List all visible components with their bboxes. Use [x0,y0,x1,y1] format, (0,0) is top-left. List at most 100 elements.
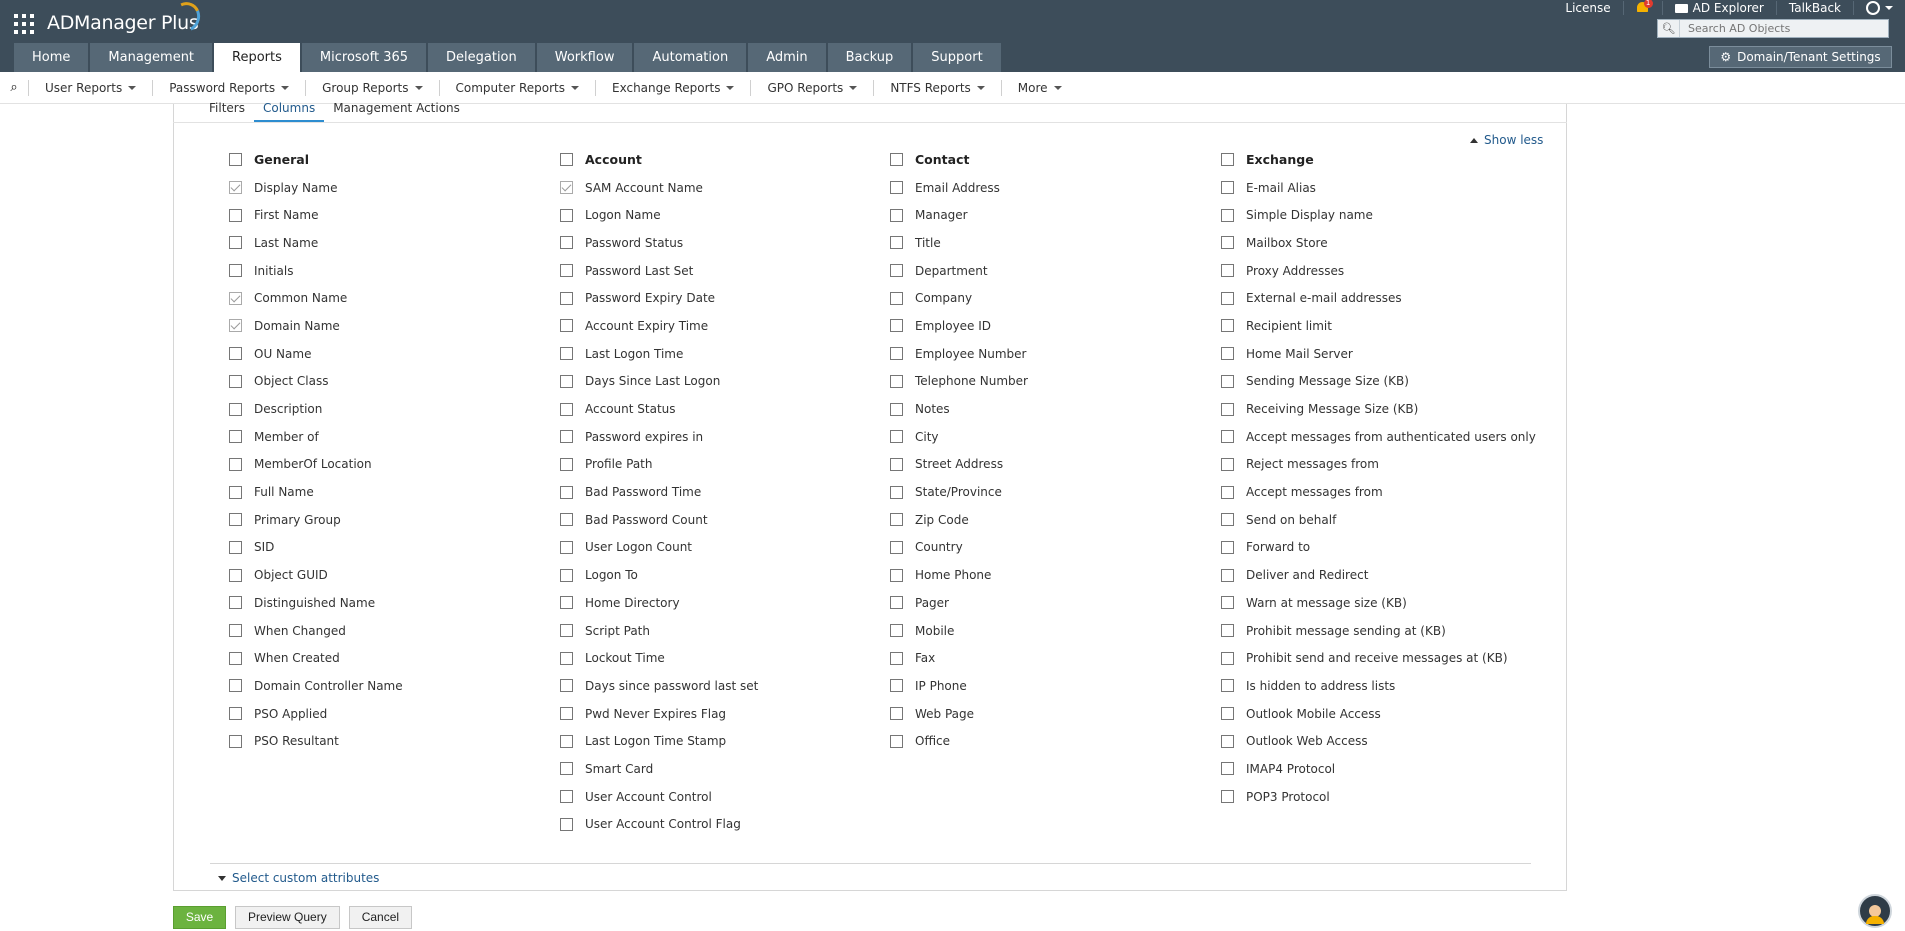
subnav-ntfs-reports[interactable]: NTFS Reports [873,79,1000,96]
column-checkbox[interactable] [229,734,242,748]
column-checkbox[interactable] [890,596,903,610]
column-checkbox[interactable] [1221,402,1234,416]
column-checkbox[interactable] [229,291,242,305]
talkback-link[interactable]: TalkBack [1775,1,1853,15]
column-checkbox[interactable] [1221,457,1234,471]
column-checkbox[interactable] [890,347,903,361]
column-checkbox[interactable] [229,264,242,278]
select-all-checkbox[interactable] [229,153,242,167]
column-checkbox[interactable] [890,651,903,665]
subnav-password-reports[interactable]: Password Reports [152,79,305,96]
column-checkbox[interactable] [560,374,573,388]
column-checkbox[interactable] [560,208,573,222]
column-checkbox[interactable] [890,291,903,305]
column-checkbox[interactable] [560,485,573,499]
column-checkbox[interactable] [560,513,573,527]
column-checkbox[interactable] [1221,430,1234,444]
column-checkbox[interactable] [229,596,242,610]
column-checkbox[interactable] [560,347,573,361]
column-checkbox[interactable] [229,402,242,416]
search-icon[interactable]: 🔍︎ [1658,20,1680,37]
column-checkbox[interactable] [890,430,903,444]
tab-workflow[interactable]: Workflow [536,43,633,72]
column-checkbox[interactable] [229,347,242,361]
column-checkbox[interactable] [560,264,573,278]
column-checkbox[interactable] [229,651,242,665]
license-link[interactable]: License [1553,1,1622,15]
column-checkbox[interactable] [890,402,903,416]
select-custom-attributes-link[interactable]: Select custom attributes [218,871,379,885]
column-checkbox[interactable] [229,568,242,582]
column-checkbox[interactable] [229,430,242,444]
subnav-gpo-reports[interactable]: GPO Reports [750,79,873,96]
column-checkbox[interactable] [1221,596,1234,610]
column-checkbox[interactable] [229,485,242,499]
column-checkbox[interactable] [229,181,242,195]
column-checkbox[interactable] [1221,651,1234,665]
column-checkbox[interactable] [560,624,573,638]
column-checkbox[interactable] [560,762,573,776]
column-checkbox[interactable] [560,596,573,610]
column-checkbox[interactable] [229,679,242,693]
subnav-user-reports[interactable]: User Reports [28,79,152,96]
column-checkbox[interactable] [890,513,903,527]
column-checkbox[interactable] [560,817,573,831]
column-checkbox[interactable] [890,374,903,388]
column-checkbox[interactable] [560,651,573,665]
column-checkbox[interactable] [1221,624,1234,638]
tab-support[interactable]: Support [913,43,1001,72]
column-checkbox[interactable] [890,707,903,721]
subnav-group-reports[interactable]: Group Reports [305,79,438,96]
select-all-checkbox[interactable] [1221,153,1234,167]
column-checkbox[interactable] [1221,485,1234,499]
column-checkbox[interactable] [229,457,242,471]
app-grid-icon[interactable] [14,14,34,34]
tab-management[interactable]: Management [90,43,213,72]
column-checkbox[interactable] [560,402,573,416]
column-checkbox[interactable] [1221,347,1234,361]
column-checkbox[interactable] [890,319,903,333]
tab-delegation[interactable]: Delegation [428,43,535,72]
tab-home[interactable]: Home [14,43,89,72]
cancel-button[interactable]: Cancel [348,906,413,929]
column-checkbox[interactable] [890,264,903,278]
column-checkbox[interactable] [1221,679,1234,693]
column-checkbox[interactable] [229,208,242,222]
column-checkbox[interactable] [890,485,903,499]
subtab-filters[interactable]: Filters [200,100,254,122]
tab-reports[interactable]: Reports [214,43,300,72]
subnav-more[interactable]: More [1000,79,1078,96]
column-checkbox[interactable] [560,181,573,195]
column-checkbox[interactable] [229,540,242,554]
subnav-computer-reports[interactable]: Computer Reports [438,79,596,96]
search-input[interactable] [1680,22,1880,35]
column-checkbox[interactable] [890,568,903,582]
show-less-link[interactable]: Show less [1470,133,1543,147]
column-checkbox[interactable] [1221,513,1234,527]
column-checkbox[interactable] [1221,540,1234,554]
column-checkbox[interactable] [560,291,573,305]
column-checkbox[interactable] [560,790,573,804]
notifications-button[interactable]: 1 [1622,0,1662,15]
column-checkbox[interactable] [1221,264,1234,278]
column-checkbox[interactable] [229,236,242,250]
tab-backup[interactable]: Backup [827,43,912,72]
column-checkbox[interactable] [1221,236,1234,250]
preview-query-button[interactable]: Preview Query [235,906,340,929]
tab-automation[interactable]: Automation [634,43,747,72]
column-checkbox[interactable] [560,568,573,582]
ad-explorer-link[interactable]: AD Explorer [1661,1,1776,15]
column-checkbox[interactable] [1221,568,1234,582]
column-checkbox[interactable] [890,457,903,471]
column-checkbox[interactable] [229,513,242,527]
column-checkbox[interactable] [229,707,242,721]
column-checkbox[interactable] [890,236,903,250]
column-checkbox[interactable] [1221,762,1234,776]
column-checkbox[interactable] [1221,319,1234,333]
column-checkbox[interactable] [229,374,242,388]
column-checkbox[interactable] [560,457,573,471]
select-all-checkbox[interactable] [560,153,573,167]
column-checkbox[interactable] [1221,707,1234,721]
select-all-checkbox[interactable] [890,153,903,167]
column-checkbox[interactable] [560,679,573,693]
